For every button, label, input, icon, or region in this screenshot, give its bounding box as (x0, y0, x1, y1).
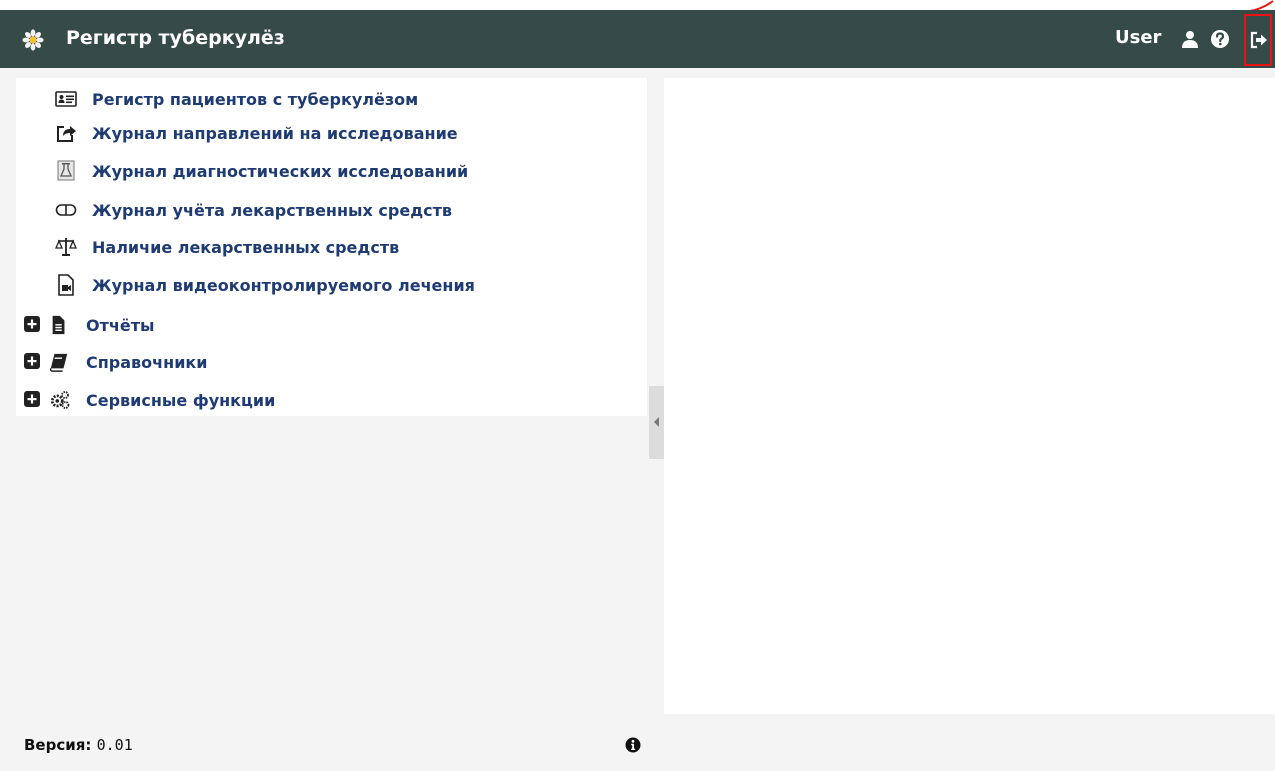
version-label: Версия: (24, 736, 92, 754)
version-value: 0.01 (96, 736, 133, 754)
help-icon[interactable] (1210, 29, 1230, 49)
video-file-icon (58, 274, 74, 296)
app-header: Регистр туберкулёз User (0, 10, 1275, 68)
menu-group-label: Справочники (86, 353, 208, 372)
flower-icon (22, 29, 44, 51)
document-icon (52, 315, 65, 335)
logout-icon (1250, 31, 1267, 49)
user-icon[interactable] (1180, 29, 1200, 49)
navigation-panel: Регистр пациентов с туберкулёзом Журнал … (16, 78, 647, 416)
expand-plus-icon[interactable] (24, 316, 40, 332)
pills-icon (55, 204, 77, 216)
app-title: Регистр туберкулёз (66, 27, 285, 49)
book-icon (49, 353, 68, 372)
menu-item-label: Регистр пациентов с туберкулёзом (92, 90, 419, 109)
expand-plus-icon[interactable] (24, 353, 40, 369)
content-panel (664, 78, 1275, 714)
menu-item-label: Журнал направлений на исследование (92, 124, 458, 143)
info-icon[interactable] (625, 737, 641, 753)
menu-item-label: Журнал учёта лекарственных средств (92, 201, 452, 220)
chevron-left-icon (654, 417, 659, 427)
top-strip (0, 0, 1275, 10)
user-name[interactable]: User (1115, 27, 1161, 48)
id-card-icon (55, 91, 77, 107)
scales-icon (55, 238, 77, 256)
menu-group-label: Отчёты (86, 316, 155, 335)
panel-collapse-handle[interactable] (649, 386, 664, 459)
expand-plus-icon[interactable] (24, 391, 40, 407)
menu-item-label: Журнал диагностических исследований (92, 162, 469, 181)
share-icon (57, 126, 76, 142)
menu-item-label: Наличие лекарственных средств (92, 238, 400, 257)
flask-icon (57, 160, 75, 181)
menu-item-label: Журнал видеоконтролируемого лечения (92, 276, 475, 295)
logout-button[interactable] (1244, 14, 1272, 66)
gears-icon (50, 391, 70, 409)
menu-group-label: Сервисные функции (86, 391, 276, 410)
version-info: Версия: 0.01 (24, 736, 133, 754)
